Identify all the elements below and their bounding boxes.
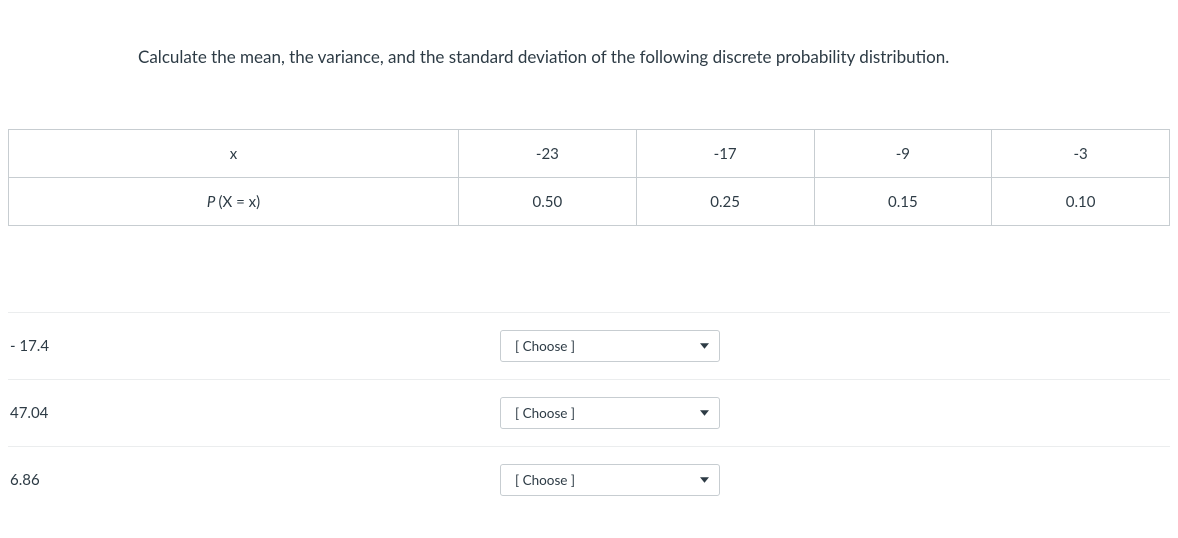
select-label: [ Choose ] bbox=[515, 405, 575, 421]
match-value: 6.86 bbox=[8, 471, 500, 489]
match-select[interactable]: [ Choose ] bbox=[500, 464, 720, 496]
cell: 0.15 bbox=[814, 178, 992, 226]
question-prompt: Calculate the mean, the variance, and th… bbox=[0, 0, 1178, 67]
chevron-down-icon bbox=[699, 475, 709, 485]
p-label-prefix: P bbox=[207, 193, 219, 211]
select-label: [ Choose ] bbox=[515, 338, 575, 354]
match-select[interactable]: [ Choose ] bbox=[500, 397, 720, 429]
match-value: 47.04 bbox=[8, 404, 500, 422]
cell: -3 bbox=[992, 130, 1170, 178]
cell: -17 bbox=[636, 130, 814, 178]
cell: 0.25 bbox=[636, 178, 814, 226]
cell: -23 bbox=[459, 130, 637, 178]
matching-area: - 17.4 [ Choose ] 47.04 [ Choose ] 6.86 bbox=[8, 312, 1170, 513]
match-row: 6.86 [ Choose ] bbox=[8, 446, 1170, 513]
chevron-down-icon bbox=[699, 341, 709, 351]
table-row: P (X = x) 0.50 0.25 0.15 0.10 bbox=[9, 178, 1170, 226]
match-row: 47.04 [ Choose ] bbox=[8, 379, 1170, 446]
match-row: - 17.4 [ Choose ] bbox=[8, 312, 1170, 379]
match-value: - 17.4 bbox=[8, 337, 500, 355]
row-header-p: P (X = x) bbox=[9, 178, 459, 226]
cell: 0.10 bbox=[992, 178, 1170, 226]
cell: 0.50 bbox=[459, 178, 637, 226]
match-select[interactable]: [ Choose ] bbox=[500, 330, 720, 362]
chevron-down-icon bbox=[699, 408, 709, 418]
cell: -9 bbox=[814, 130, 992, 178]
p-label-paren: (X = x) bbox=[218, 193, 260, 211]
probability-table: x -23 -17 -9 -3 P (X = x) 0.50 0.25 0.15… bbox=[8, 129, 1170, 226]
row-header-x: x bbox=[9, 130, 459, 178]
table-row: x -23 -17 -9 -3 bbox=[9, 130, 1170, 178]
select-label: [ Choose ] bbox=[515, 472, 575, 488]
